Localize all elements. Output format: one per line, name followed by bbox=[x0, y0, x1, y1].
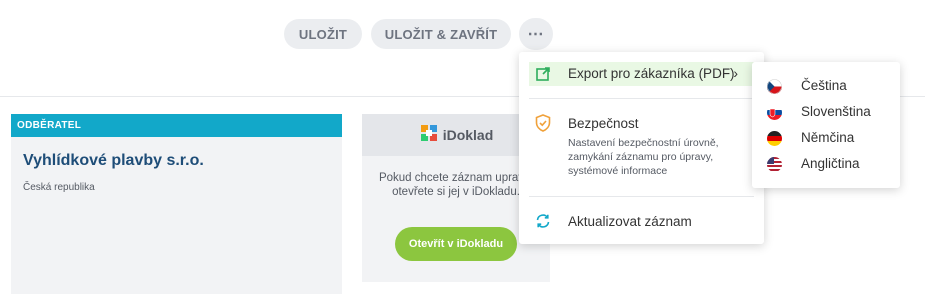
save-button[interactable]: ULOŽIT bbox=[284, 19, 362, 49]
open-in-idoklad-button[interactable]: Otevřít v iDokladu bbox=[395, 227, 517, 261]
language-label: Němčina bbox=[801, 130, 855, 145]
menu-item-security[interactable]: Bezpečnost Nastavení bezpečnostní úrovně… bbox=[519, 110, 764, 182]
menu-item-update[interactable]: Aktualizovat záznam bbox=[519, 208, 764, 234]
shield-icon bbox=[535, 114, 551, 137]
flag-us-icon bbox=[767, 157, 782, 172]
menu-item-security-description: Nastavení bezpečnostní úrovně, zamykání … bbox=[568, 137, 719, 177]
customer-card-header: ODBĚRATEL bbox=[11, 114, 342, 137]
menu-divider bbox=[529, 98, 754, 99]
idoklad-description: Pokud chcete záznam upravit, otevřete si… bbox=[378, 172, 534, 198]
language-item-de[interactable]: Němčina bbox=[752, 126, 900, 150]
menu-item-update-label: Aktualizovat záznam bbox=[568, 214, 692, 229]
idoklad-logo-text: iDoklad bbox=[442, 127, 494, 143]
customer-card: ODBĚRATEL Vyhlídkové plavby s.r.o. Česká… bbox=[11, 114, 342, 294]
language-label: Slovenština bbox=[801, 104, 871, 119]
save-and-close-button[interactable]: ULOŽIT & ZAVŘÍT bbox=[371, 19, 511, 49]
language-item-en[interactable]: Angličtina bbox=[752, 152, 900, 176]
menu-item-export[interactable]: Export pro zákazníka (PDF) › bbox=[529, 62, 754, 86]
customer-name[interactable]: Vyhlídkové plavby s.r.o. bbox=[23, 152, 204, 170]
flag-de-icon bbox=[767, 131, 782, 146]
flag-cz-icon bbox=[767, 79, 782, 94]
more-options-menu: Export pro zákazníka (PDF) › Bezpečnost … bbox=[519, 52, 764, 244]
language-label: Angličtina bbox=[801, 156, 860, 171]
export-language-submenu: Čeština Slovenština Němčina Angličtina bbox=[752, 62, 900, 188]
more-options-button[interactable]: ⋯ bbox=[519, 18, 553, 50]
idoklad-logo-icon bbox=[419, 123, 439, 148]
more-icon: ⋯ bbox=[527, 26, 545, 43]
language-item-cs[interactable]: Čeština bbox=[752, 74, 900, 98]
language-label: Čeština bbox=[801, 78, 847, 93]
menu-item-export-label: Export pro zákazníka (PDF) bbox=[568, 66, 735, 81]
menu-item-security-label: Bezpečnost bbox=[568, 116, 639, 131]
chevron-right-icon: › bbox=[733, 65, 738, 81]
refresh-icon bbox=[535, 213, 551, 234]
language-item-sk[interactable]: Slovenština bbox=[752, 100, 900, 124]
menu-divider bbox=[529, 196, 754, 197]
external-link-icon bbox=[535, 66, 551, 87]
flag-sk-icon bbox=[767, 105, 782, 120]
customer-country: Česká republika bbox=[23, 182, 95, 193]
